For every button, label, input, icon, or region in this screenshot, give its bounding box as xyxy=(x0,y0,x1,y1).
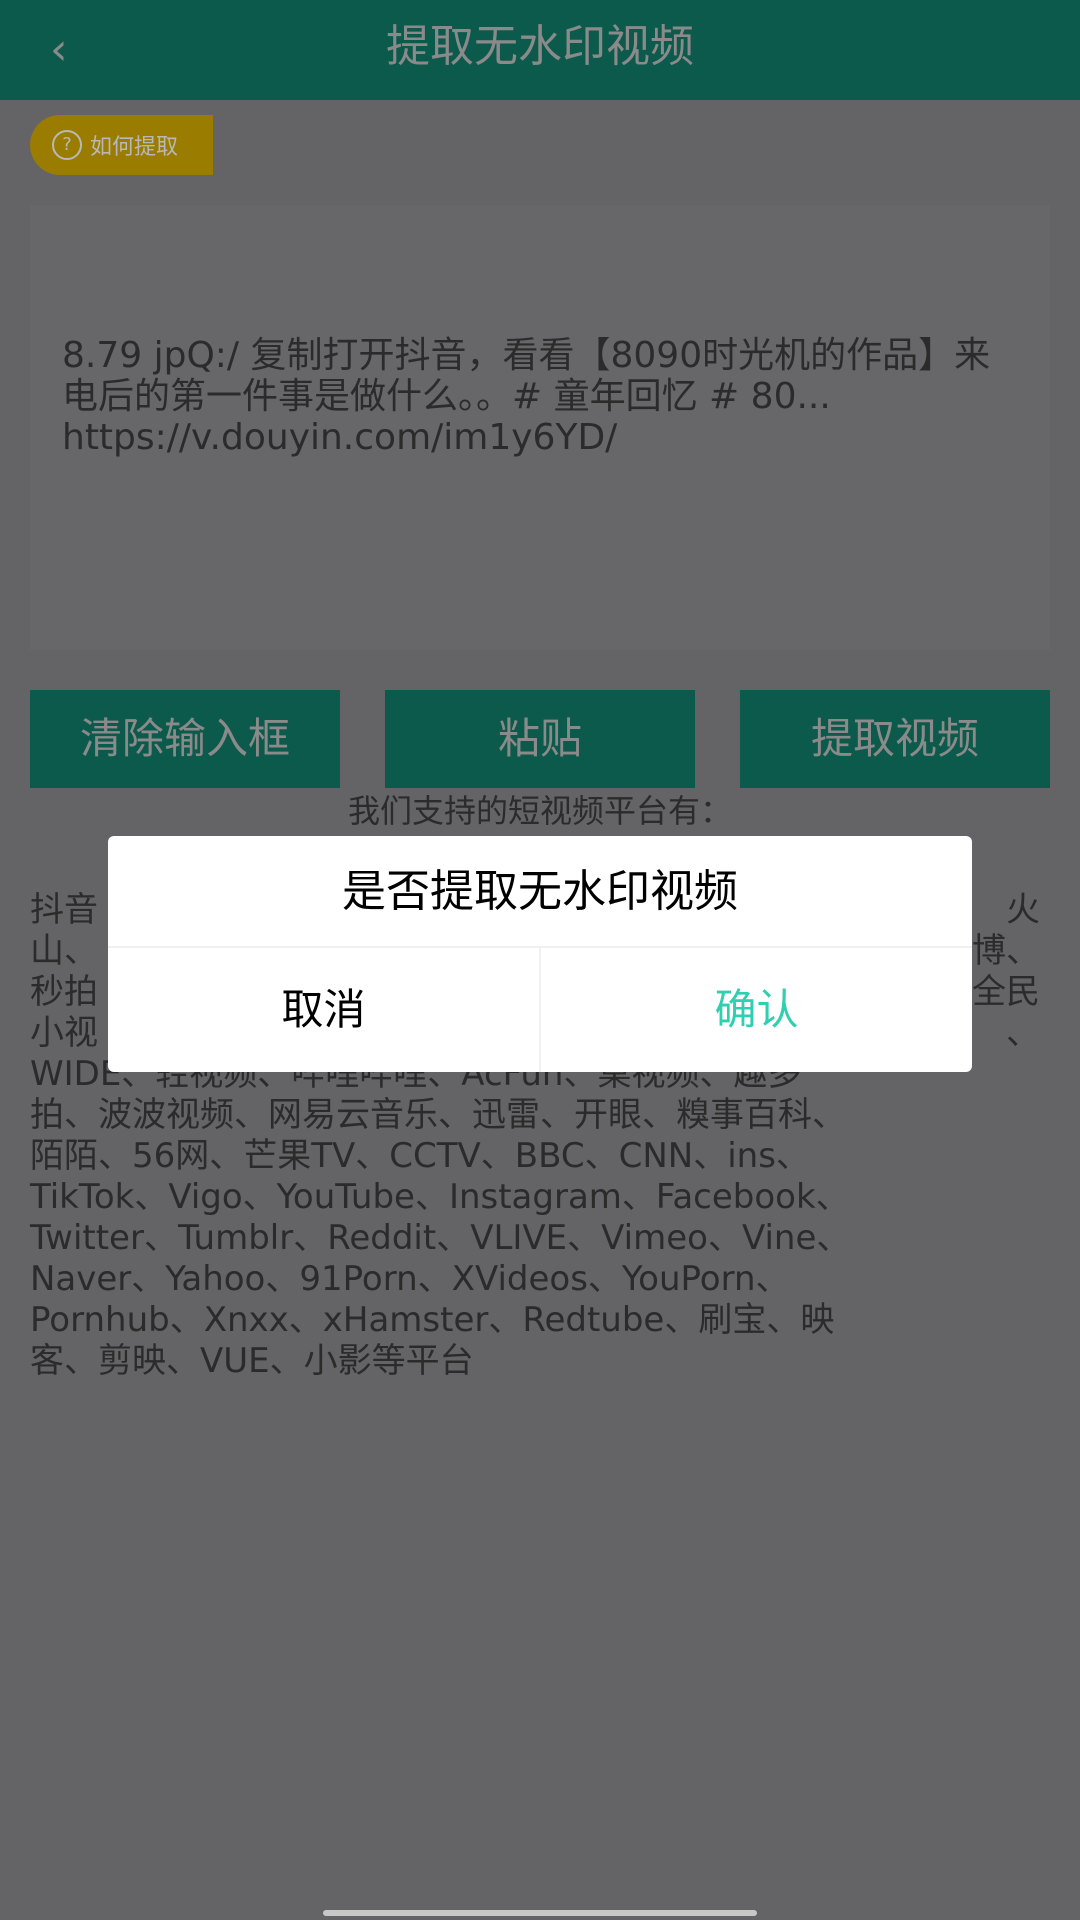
platforms-line-left: TikTok、Vigo、YouTube、Instagram、Facebook、 xyxy=(30,1177,850,1217)
dialog-title: 是否提取无水印视频 xyxy=(108,836,972,948)
paste-button[interactable]: 粘贴 xyxy=(385,690,695,788)
link-input[interactable]: 8.79 jpQ:/ 复制打开抖音，看看【8090时光机的作品】来电后的第一件事… xyxy=(30,205,1050,650)
platforms-line: TikTok、Vigo、YouTube、Instagram、Facebook、 xyxy=(30,1177,1060,1218)
platforms-line: Naver、Yahoo、91Porn、XVideos、YouPorn、 xyxy=(30,1259,1060,1300)
platforms-line-left: 陌陌、56网、芒果TV、CCTV、BBC、CNN、ins、 xyxy=(30,1136,810,1176)
platforms-line: 客、剪映、VUE、小影等平台 xyxy=(30,1341,1060,1382)
platforms-line-left: Pornhub、Xnxx、xHamster、Redtube、刷宝、映 xyxy=(30,1300,835,1340)
platforms-line: Twitter、Tumblr、Reddit、VLIVE、Vimeo、Vine、 xyxy=(30,1218,1060,1259)
platforms-line-left: 拍、波波视频、网易云音乐、迅雷、开眼、糗事百科、 xyxy=(30,1095,846,1135)
platforms-line-right: 全民 xyxy=(972,972,1040,1012)
platforms-heading: 我们支持的短视频平台有： xyxy=(347,792,732,830)
platforms-line-left: 小视 xyxy=(30,1013,98,1053)
platforms-line-right: 火 xyxy=(1006,890,1040,930)
home-indicator[interactable] xyxy=(323,1910,757,1916)
platforms-line-left: 抖音 xyxy=(30,890,98,930)
help-icon: ? xyxy=(52,130,82,160)
cancel-button[interactable]: 取消 xyxy=(108,948,541,1072)
platforms-line-left: Twitter、Tumblr、Reddit、VLIVE、Vimeo、Vine、 xyxy=(30,1218,851,1258)
platforms-line-left: Naver、Yahoo、91Porn、XVideos、YouPorn、 xyxy=(30,1259,790,1299)
platforms-line-right: 博、 xyxy=(972,931,1040,971)
platforms-line-right: 、 xyxy=(1006,1013,1040,1053)
how-to-extract-button[interactable]: ? 如何提取 xyxy=(30,115,213,175)
confirm-dialog: 是否提取无水印视频 取消 确认 xyxy=(108,836,972,1072)
confirm-button[interactable]: 确认 xyxy=(541,948,972,1072)
extract-video-button[interactable]: 提取视频 xyxy=(740,690,1050,788)
clear-input-button[interactable]: 清除输入框 xyxy=(30,690,340,788)
platforms-line-left: 客、剪映、VUE、小影等平台 xyxy=(30,1341,474,1381)
app-header: ‹ 提取无水印视频 xyxy=(0,0,1080,100)
platforms-line: Pornhub、Xnxx、xHamster、Redtube、刷宝、映 xyxy=(30,1300,1060,1341)
page-title: 提取无水印视频 xyxy=(386,21,694,72)
platforms-line: 陌陌、56网、芒果TV、CCTV、BBC、CNN、ins、 xyxy=(30,1136,1060,1177)
platforms-line-left: 秒拍 xyxy=(30,972,98,1012)
platforms-line-left: 山、 xyxy=(30,931,98,971)
platforms-line: 拍、波波视频、网易云音乐、迅雷、开眼、糗事百科、 xyxy=(30,1095,1060,1136)
how-to-extract-label: 如何提取 xyxy=(90,135,179,160)
